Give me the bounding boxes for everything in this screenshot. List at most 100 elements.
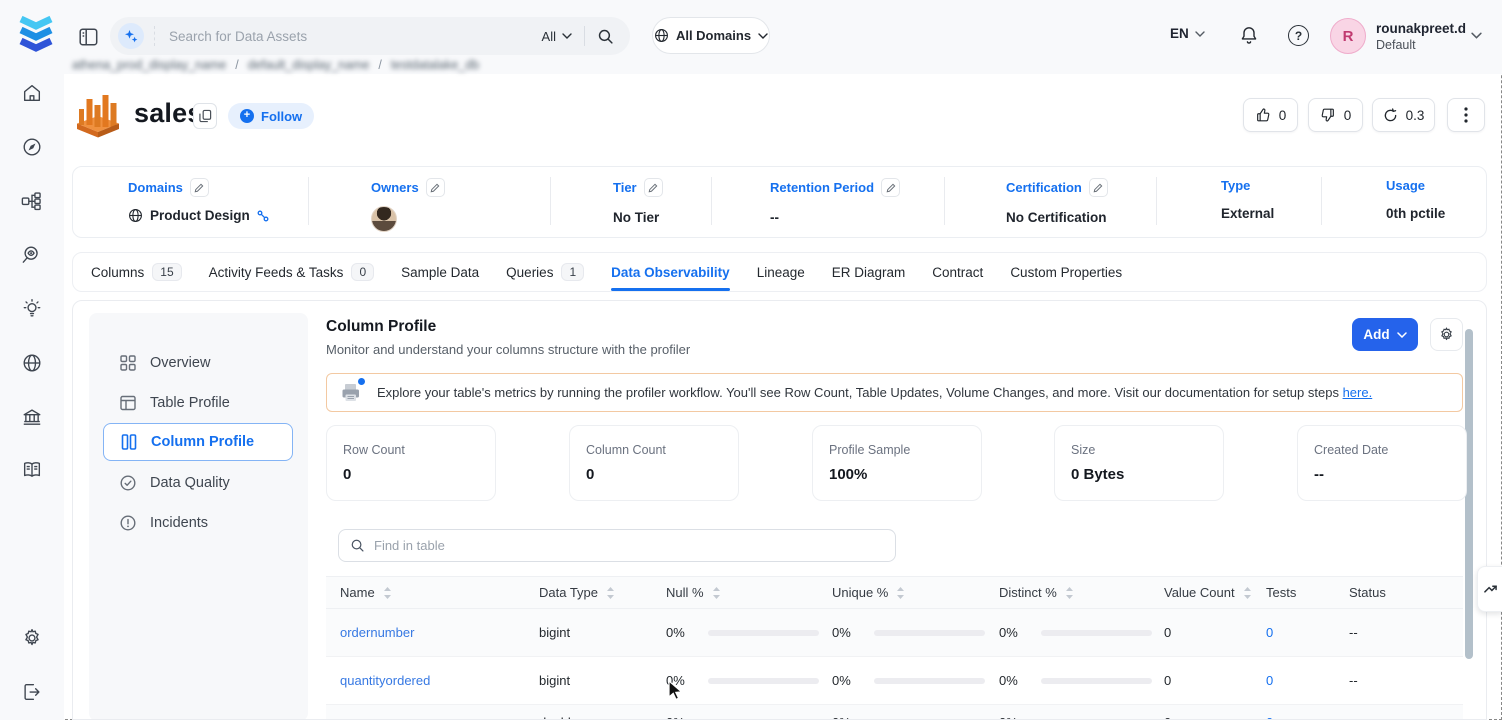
table-row[interactable]: ordernumber bigint 0% 0% 0% 0 0 -- xyxy=(326,609,1463,657)
edit-retention-button[interactable] xyxy=(881,178,901,197)
tab-count: 0 xyxy=(351,263,375,281)
find-in-table-input[interactable] xyxy=(374,538,884,553)
tab-sample-data[interactable]: Sample Data xyxy=(401,253,479,291)
ai-sparkle-icon[interactable] xyxy=(118,23,144,49)
table-row[interactable]: quantityordered bigint 0% 0% 0% 0 0 -- xyxy=(326,657,1463,705)
breadcrumb-segment[interactable]: athena_prod_display_name xyxy=(72,58,226,72)
version-button[interactable]: 0.3 xyxy=(1372,98,1435,132)
sidebar-item-settings[interactable] xyxy=(21,627,43,649)
link-icon[interactable] xyxy=(257,210,269,222)
column-header-name[interactable]: Name xyxy=(326,585,539,600)
edit-tier-button[interactable] xyxy=(643,178,663,197)
column-name-link[interactable]: quantityordered xyxy=(340,673,430,688)
language-selector[interactable]: EN xyxy=(1170,26,1205,41)
sidebar-item-domains[interactable] xyxy=(21,352,43,374)
copy-name-button[interactable] xyxy=(193,103,217,129)
column-header-tests[interactable]: Tests xyxy=(1266,585,1349,600)
sidebar-item-insights[interactable] xyxy=(21,298,43,320)
search-submit-button[interactable] xyxy=(597,28,614,45)
downvote-button[interactable]: 0 xyxy=(1308,98,1363,132)
user-menu[interactable]: rounakpreet.d Default xyxy=(1376,20,1466,53)
breadcrumb[interactable]: athena_prod_display_name / default_displ… xyxy=(72,58,479,72)
sidebar-item-home[interactable] xyxy=(21,82,43,104)
subnav-item-overview[interactable]: Overview xyxy=(89,343,308,383)
column-header-status[interactable]: Status xyxy=(1349,585,1463,600)
global-search[interactable]: All xyxy=(110,17,630,55)
column-header-data-type[interactable]: Data Type xyxy=(539,585,666,600)
cell-unique-pct: 0% xyxy=(832,673,851,688)
profiler-banner-icon xyxy=(339,376,366,405)
domains-value[interactable]: Product Design xyxy=(150,208,250,223)
tab-er-diagram[interactable]: ER Diagram xyxy=(832,253,906,291)
breadcrumb-segment[interactable]: default_display_name xyxy=(248,58,370,72)
column-header-distinct[interactable]: Distinct % xyxy=(999,585,1164,600)
help-button[interactable]: ? xyxy=(1288,25,1309,46)
sidebar-item-govern[interactable] xyxy=(21,406,43,428)
sort-icon[interactable] xyxy=(896,586,905,600)
column-header-null[interactable]: Null % xyxy=(666,585,832,600)
column-header-unique[interactable]: Unique % xyxy=(832,585,999,600)
cell-tests-link[interactable]: 0 xyxy=(1266,673,1273,688)
app-logo[interactable] xyxy=(16,12,56,58)
find-in-table[interactable] xyxy=(338,529,896,562)
sidebar-item-explore[interactable] xyxy=(21,136,43,158)
profiler-icon xyxy=(22,246,38,263)
sidebar-item-logout[interactable] xyxy=(21,681,43,703)
table-row[interactable]: double 0% 0% 0% 0 0 -- xyxy=(326,705,1463,719)
breadcrumb-segment[interactable]: testdatalake_db xyxy=(391,58,479,72)
tab-queries[interactable]: Queries 1 xyxy=(506,253,585,291)
sidebar-item-lineage[interactable] xyxy=(21,190,43,212)
edit-owners-button[interactable] xyxy=(425,178,445,197)
owner-avatar[interactable] xyxy=(371,206,397,232)
sidebar-toggle-button[interactable] xyxy=(79,27,98,47)
type-value: External xyxy=(1221,206,1275,221)
sidebar-item-observability[interactable] xyxy=(21,244,43,266)
observability-panel: Overview Table Profile Column Profile Da… xyxy=(72,300,1487,720)
subnav-item-data-quality[interactable]: Data Quality xyxy=(89,463,308,503)
tab-label: ER Diagram xyxy=(831,264,906,280)
sort-icon[interactable] xyxy=(1243,586,1252,600)
retention-value: -- xyxy=(770,210,779,225)
tab-lineage[interactable]: Lineage xyxy=(757,253,805,291)
notifications-button[interactable] xyxy=(1239,25,1259,46)
tab-data-observability[interactable]: Data Observability xyxy=(611,253,730,291)
search-scope-dropdown[interactable]: All xyxy=(542,29,572,44)
subnav-item-table-profile[interactable]: Table Profile xyxy=(89,383,308,423)
search-input[interactable] xyxy=(169,28,542,44)
sort-icon[interactable] xyxy=(383,586,392,600)
domains-filter-dropdown[interactable]: All Domains xyxy=(652,17,770,54)
avatar[interactable]: R xyxy=(1330,18,1366,54)
edit-domains-button[interactable] xyxy=(189,178,209,197)
subnav-item-column-profile[interactable]: Column Profile xyxy=(103,423,293,461)
add-button[interactable]: Add xyxy=(1352,318,1418,351)
tab-label: Contract xyxy=(932,264,984,280)
subnav-label: Overview xyxy=(150,355,211,371)
more-actions-button[interactable] xyxy=(1447,98,1485,132)
follow-button[interactable]: + Follow xyxy=(228,103,315,129)
column-name-link[interactable]: ordernumber xyxy=(340,625,414,640)
sort-icon[interactable] xyxy=(1065,586,1074,600)
banner-docs-link[interactable]: here. xyxy=(1343,385,1373,400)
subnav-item-incidents[interactable]: Incidents xyxy=(89,503,308,543)
thumbs-down-icon xyxy=(1321,108,1334,122)
stat-value: -- xyxy=(1314,466,1324,483)
column-header-value-count[interactable]: Value Count xyxy=(1164,585,1266,600)
edit-certification-button[interactable] xyxy=(1088,178,1108,197)
tab-activity-feeds[interactable]: Activity Feeds & Tasks 0 xyxy=(209,253,375,291)
side-drawer-handle[interactable] xyxy=(1477,566,1502,612)
tab-columns[interactable]: Columns 15 xyxy=(91,253,182,291)
search-icon xyxy=(598,29,613,44)
banner-message: Explore your table's metrics by running … xyxy=(377,385,1339,400)
tab-label: Columns xyxy=(91,264,145,280)
tab-custom-properties[interactable]: Custom Properties xyxy=(1010,253,1122,291)
avatar-initial: R xyxy=(1342,27,1354,45)
profiler-settings-button[interactable] xyxy=(1430,318,1463,351)
sort-icon[interactable] xyxy=(712,586,721,600)
user-menu-chevron[interactable] xyxy=(1471,32,1482,39)
cell-tests-link[interactable]: 0 xyxy=(1266,715,1273,719)
sort-icon[interactable] xyxy=(606,586,615,600)
cell-tests-link[interactable]: 0 xyxy=(1266,625,1273,640)
upvote-button[interactable]: 0 xyxy=(1243,98,1298,132)
tab-contract[interactable]: Contract xyxy=(932,253,983,291)
sidebar-item-glossary[interactable] xyxy=(21,459,43,481)
